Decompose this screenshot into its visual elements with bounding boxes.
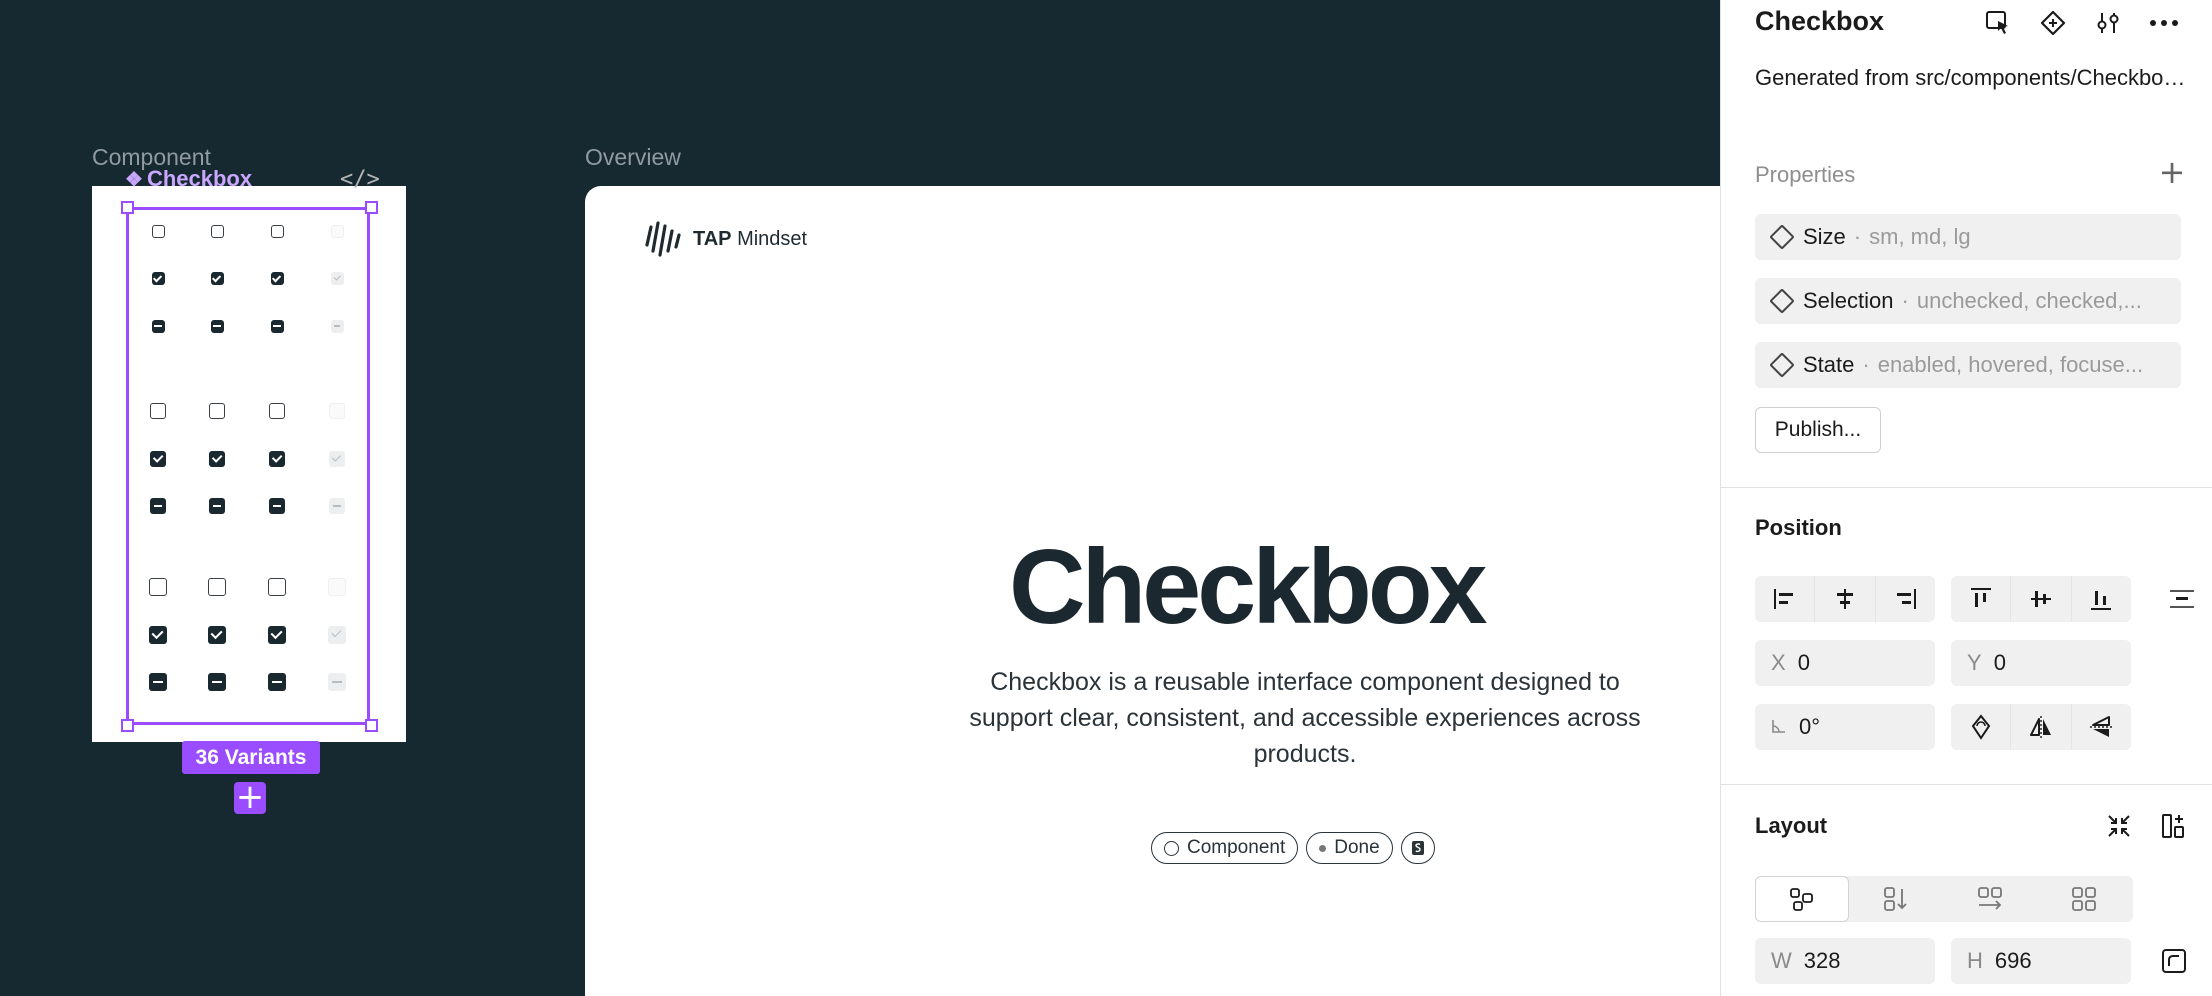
h-value: 696 <box>1994 948 2032 973</box>
vertical-align-group <box>1951 576 2131 622</box>
property-separator: · <box>1901 288 1909 313</box>
dot-icon <box>1319 844 1327 852</box>
add-layout-icon[interactable] <box>2157 809 2191 843</box>
w-value: 328 <box>1803 948 1841 973</box>
component-tag: Component <box>1151 832 1299 864</box>
y-position-field[interactable]: Y0 <box>1951 640 2131 686</box>
variant-property-icon <box>1769 288 1795 314</box>
y-label: Y <box>1967 650 1982 675</box>
properties-heading: Properties <box>1755 162 1856 187</box>
x-value: 0 <box>1797 650 1810 675</box>
layout-mode-tabs <box>1755 876 2133 922</box>
h-label: H <box>1967 948 1983 973</box>
design-canvas[interactable]: Component Overview ❖ Checkbox </> 36 Vari… <box>0 0 1720 996</box>
resize-handle-top-right[interactable] <box>365 201 378 214</box>
selection-box[interactable] <box>126 207 370 725</box>
resize-handle-bottom-left[interactable] <box>121 719 134 732</box>
horizontal-align-group <box>1755 576 1935 622</box>
brand-bold: TAP <box>693 227 732 250</box>
property-separator: · <box>1862 352 1870 377</box>
rotate-icon[interactable] <box>1951 704 2012 750</box>
collapse-icon[interactable] <box>2102 809 2136 843</box>
add-variant-button[interactable]: + <box>234 780 266 814</box>
freeform-icon[interactable] <box>1755 876 1849 922</box>
component-diamond-icon: ❖ <box>125 169 143 191</box>
overview-frame[interactable]: TAP Mindset Checkbox Checkbox is a reusa… <box>585 186 1720 996</box>
grid-icon[interactable] <box>2037 876 2131 922</box>
more-icon[interactable] <box>2149 8 2179 38</box>
code-icon[interactable]: </> <box>340 167 380 192</box>
align-center-h-icon[interactable] <box>1815 576 1876 622</box>
property-row-selection[interactable]: Selection · unchecked, checked,... <box>1755 278 2181 324</box>
property-row-size[interactable]: Size · sm, md, lg <box>1755 214 2181 260</box>
property-values: enabled, hovered, focuse... <box>1877 352 2144 377</box>
overview-description: Checkbox is a reusable interface compone… <box>969 668 1641 768</box>
variant-property-icon <box>1769 224 1795 250</box>
resize-handle-top-left[interactable] <box>121 201 134 214</box>
layout-heading: Layout <box>1755 813 1828 838</box>
property-name: State <box>1803 352 1855 377</box>
adjust-sliders-icon[interactable] <box>2093 8 2123 38</box>
property-separator: · <box>1853 224 1862 249</box>
done-tag: Done <box>1306 832 1393 864</box>
resize-icon[interactable] <box>2157 944 2191 978</box>
align-right-icon[interactable] <box>1876 576 1935 622</box>
circle-icon <box>1164 840 1179 856</box>
component-set-title[interactable]: ❖ Checkbox <box>125 166 252 192</box>
x-position-field[interactable]: X0 <box>1755 640 1935 686</box>
property-name: Selection <box>1803 288 1894 313</box>
select-frame-icon[interactable] <box>1983 8 2013 38</box>
property-values: unchecked, checked,... <box>1916 288 2142 313</box>
property-values: sm, md, lg <box>1869 224 1971 249</box>
flip-vertical-icon[interactable] <box>2072 704 2131 750</box>
storybook-icon <box>1411 841 1424 855</box>
brand-rest: Mindset <box>737 227 808 250</box>
section-divider <box>1721 487 2212 488</box>
properties-panel: Checkbox Generated from src/components/C… <box>1720 0 2212 996</box>
horizontal-stack-icon[interactable] <box>1943 876 2037 922</box>
align-center-v-icon[interactable] <box>2011 576 2072 622</box>
x-label: X <box>1771 650 1786 675</box>
section-divider <box>1721 784 2212 785</box>
panel-title: Checkbox <box>1755 6 1885 36</box>
storybook-tag <box>1400 832 1435 864</box>
done-tag-label: Done <box>1334 837 1380 858</box>
width-field[interactable]: W 328 <box>1755 938 1935 984</box>
property-name: Size <box>1803 224 1846 249</box>
align-left-icon[interactable] <box>1755 576 1816 622</box>
flip-horizontal-icon[interactable] <box>2011 704 2072 750</box>
w-label: W <box>1771 948 1792 973</box>
angle-icon <box>1771 714 1787 740</box>
vertical-stack-icon[interactable] <box>1849 876 1943 922</box>
rotation-field[interactable]: 0° <box>1755 704 1935 750</box>
component-insert-icon[interactable] <box>2038 8 2068 38</box>
component-tag-label: Component <box>1187 837 1286 858</box>
variants-count-badge[interactable]: 36 Variants <box>182 741 320 774</box>
align-top-icon[interactable] <box>1951 576 2012 622</box>
distribute-icon[interactable] <box>2165 582 2199 616</box>
transform-group <box>1951 704 2131 750</box>
component-set-name: Checkbox <box>146 166 253 191</box>
property-row-state[interactable]: State · enabled, hovered, focuse... <box>1755 342 2181 388</box>
resize-handle-bottom-right[interactable] <box>365 719 378 732</box>
variant-property-icon <box>1769 352 1795 378</box>
publish-button[interactable]: Publish... <box>1755 407 1881 453</box>
tap-logo-icon <box>645 221 681 257</box>
plus-icon[interactable]: + <box>2157 156 2187 188</box>
height-field[interactable]: H 696 <box>1951 938 2131 984</box>
status-tags: Component Done <box>1151 832 1435 864</box>
brand-logo: TAP Mindset <box>645 221 807 257</box>
position-heading: Position <box>1755 515 1842 540</box>
brand-name: TAP Mindset <box>693 228 807 251</box>
overview-title: Checkbox <box>1009 528 1488 646</box>
align-bottom-icon[interactable] <box>2072 576 2131 622</box>
generated-from-text: Generated from src/components/Checkbox/C… <box>1755 65 2195 90</box>
y-value: 0 <box>1993 650 2006 675</box>
overview-frame-label[interactable]: Overview <box>585 144 681 171</box>
rotation-value: 0° <box>1799 714 1821 739</box>
